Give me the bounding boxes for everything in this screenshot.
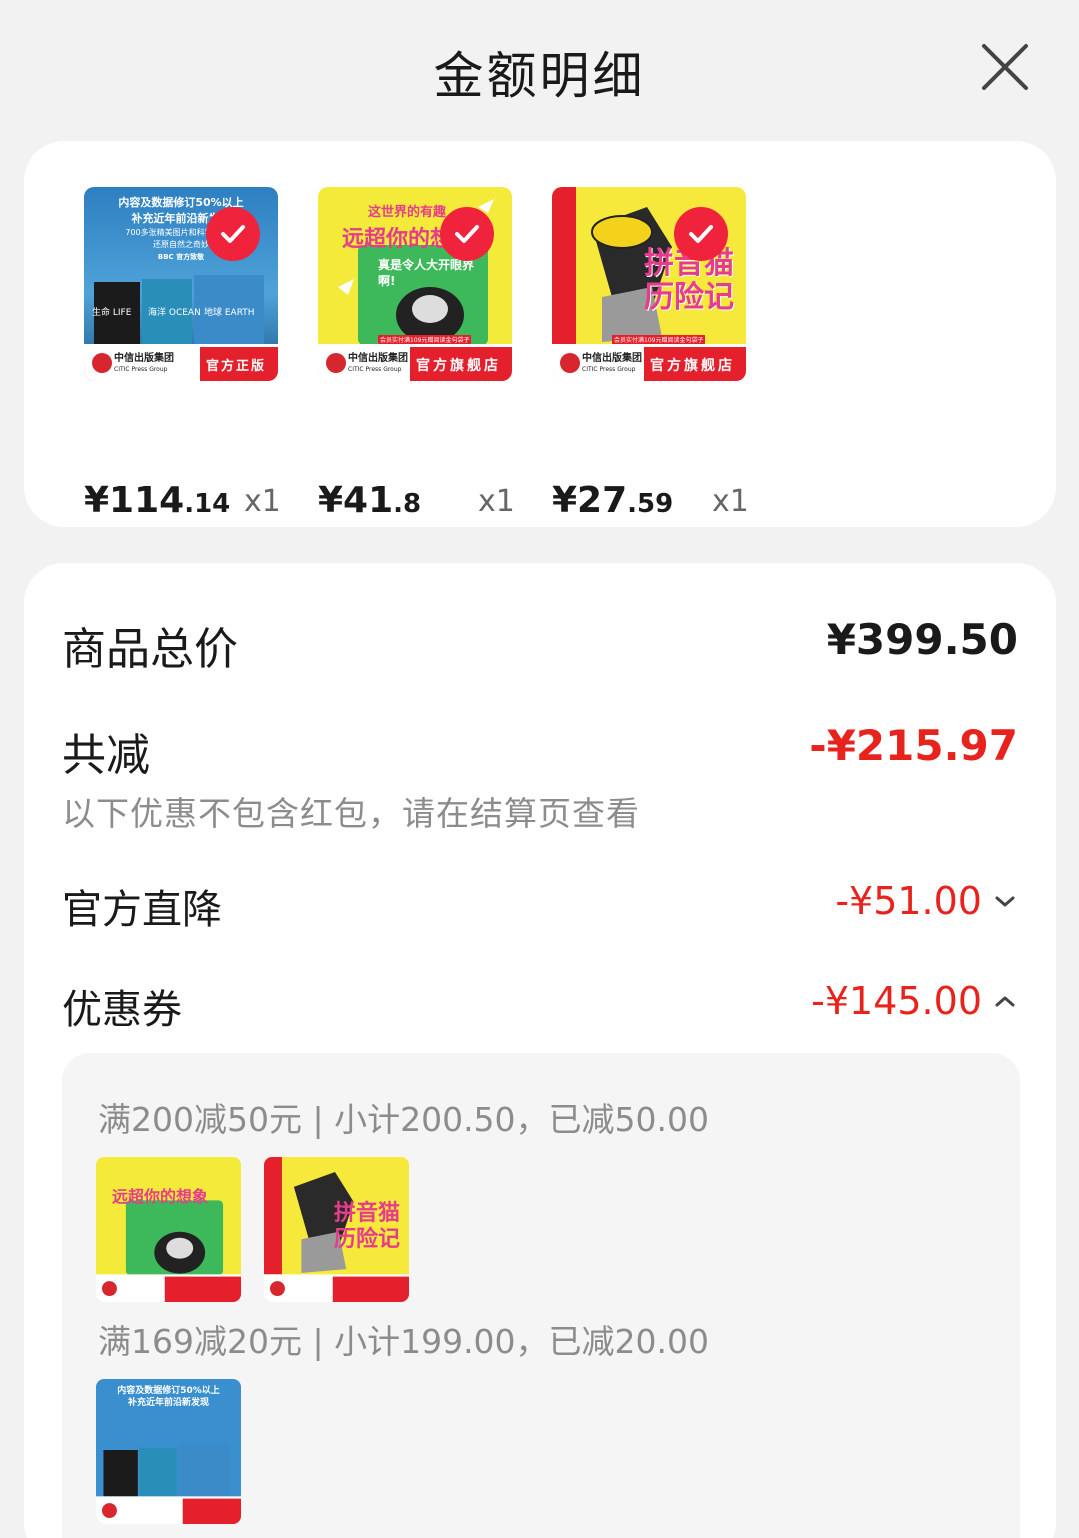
discount-label: 共减 (62, 730, 150, 781)
product-qty: x1 (244, 484, 281, 519)
product-cover-pinyin-cat[interactable]: 拼音猫 历险记 会员实付满109元赠阅读金句袋子 中信出版集团 CITIC Pr… (552, 187, 746, 381)
product-price: ¥27.59 (552, 480, 674, 521)
coupon-product-thumb[interactable]: 内容及数据修订50%以上 补充近年前沿新发现 (96, 1379, 241, 1524)
cover-image (96, 1157, 241, 1302)
official-discount-label: 官方直降 (62, 887, 222, 933)
product-cover-world[interactable]: 这世界的有趣 远超你的想象 真是令人大开眼界啊! 会员实付满109元赠阅读金句袋… (318, 187, 512, 381)
cover-title: 远超你的想象 (112, 1187, 209, 1206)
coupon-product-thumb[interactable]: 远超你的想象 (96, 1157, 241, 1302)
check-icon (221, 225, 245, 243)
product-price-row: ¥114.14 x1 (84, 480, 284, 526)
publisher-name: 中信出版集团 (114, 353, 174, 364)
publisher-name-en: CITIC Press Group (348, 366, 402, 373)
cover-promo: 会员实付满109元赠阅读金句袋子 (378, 335, 472, 344)
cover-text: 补充近年前沿新发现 (127, 1398, 209, 1408)
coupon-value: -¥145.00 (811, 979, 982, 1023)
selected-check[interactable] (440, 207, 494, 261)
cover-title: 历险记 (644, 280, 734, 315)
cover-promo: 会员实付满109元赠阅读金句袋子 (612, 335, 706, 344)
coupon-label: 优惠券 (62, 987, 182, 1033)
discount-value: -¥215.97 (809, 721, 1018, 770)
page-title: 金额明细 (433, 47, 646, 105)
publisher-name: 中信出版集团 (582, 353, 642, 364)
coupon-toggle[interactable]: -¥145.00 (811, 979, 1018, 1023)
sheet-header: 金额明细 (0, 0, 1079, 140)
cover-title: 历险记 (334, 1227, 401, 1252)
total-label: 商品总价 (62, 624, 238, 675)
coupon-product-thumb[interactable]: 拼音猫 历险记 (264, 1157, 409, 1302)
store-badge: 官方旗舰店 (416, 358, 501, 374)
publisher-name-en: CITIC Press Group (582, 366, 636, 373)
coupon-rule-line: 满200减50元 | 小计200.50，已减50.00 (98, 1100, 710, 1139)
product-qty: x1 (712, 484, 749, 519)
chevron-down-icon (995, 896, 1015, 907)
product-cover-bbc[interactable]: 内容及数据修订50%以上 补充近年前沿新发现 700多张精美图片和科学示意图 还… (84, 187, 278, 381)
publisher-name-en: CITIC Press Group (114, 366, 168, 373)
total-value: ¥399.50 (826, 615, 1018, 664)
official-discount-toggle[interactable]: -¥51.00 (835, 879, 1018, 923)
check-icon (689, 225, 713, 243)
selected-check[interactable] (206, 207, 260, 261)
products-card: 内容及数据修订50%以上 补充近年前沿新发现 700多张精美图片和科学示意图 还… (24, 141, 1056, 527)
product-price: ¥41.8 (318, 480, 422, 521)
cover-title: 拼音猫 (334, 1201, 401, 1226)
close-icon (982, 44, 1028, 90)
product-price-row: ¥41.8 x1 (318, 480, 518, 526)
cover-tile: 海洋 OCEAN (148, 308, 201, 318)
product-price-row: ¥27.59 x1 (552, 480, 752, 526)
cover-text: 这世界的有趣 (368, 205, 447, 220)
cover-tile: 地球 EARTH (204, 308, 255, 318)
coupon-detail-box: 满200减50元 | 小计200.50，已减50.00 远超你的想象 拼音猫 历… (62, 1053, 1020, 1538)
publisher-name: 中信出版集团 (348, 353, 408, 364)
product-price: ¥114.14 (84, 480, 231, 521)
coupon-rule-line: 满169减20元 | 小计199.00，已减20.00 (98, 1322, 710, 1361)
amount-detail-sheet: 金额明细 内容及数据修订50%以上 补充近年前沿新发现 700多张精美图片和科学… (0, 0, 1079, 1538)
check-icon (455, 225, 479, 243)
cover-tile: 生命 LIFE (92, 308, 132, 318)
close-button[interactable] (974, 38, 1034, 98)
cover-subtitle: 真是令人大开眼界啊! (378, 258, 475, 288)
summary-card: 商品总价 ¥399.50 共减 -¥215.97 以下优惠不包含红包，请在结算页… (24, 563, 1056, 1538)
cover-text: 内容及数据修订50%以上 (118, 196, 244, 209)
store-badge: 官方旗舰店 (650, 358, 735, 374)
cover-text: 内容及数据修订50%以上 (117, 1386, 220, 1396)
selected-check[interactable] (674, 207, 728, 261)
discount-note: 以下优惠不包含红包，请在结算页查看 (62, 794, 640, 833)
chevron-up-icon (995, 996, 1015, 1007)
product-qty: x1 (478, 484, 515, 519)
official-badge: 官方正版 (206, 359, 267, 374)
official-discount-value: -¥51.00 (835, 879, 982, 923)
